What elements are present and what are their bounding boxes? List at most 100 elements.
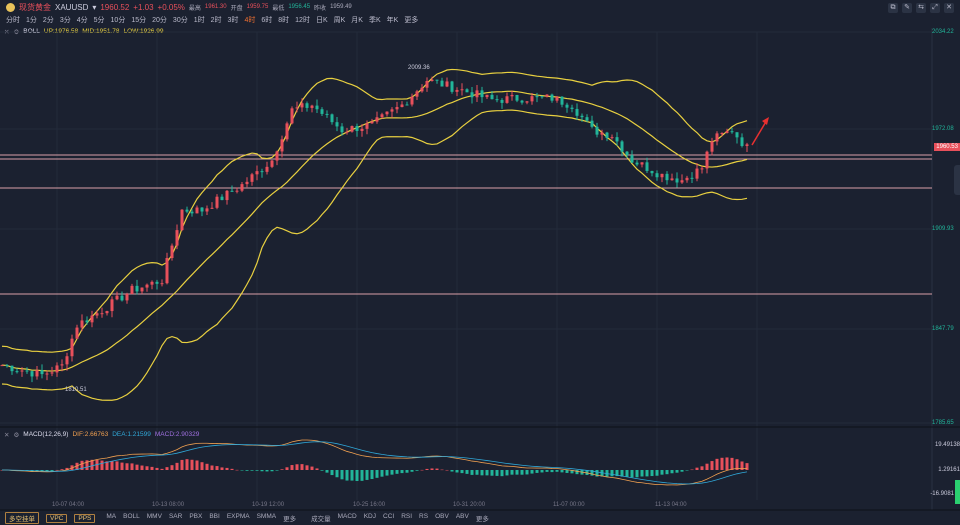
macd-legend: ✕ ⚙ MACD(12,26,9) DIF:2.66763 DEA:1.21599… (4, 431, 199, 439)
time-label: 10-19 12:00 (252, 502, 285, 508)
macd-bar (275, 470, 279, 471)
candle (340, 126, 344, 133)
candle (425, 81, 429, 88)
macd-bar (635, 470, 639, 478)
candle (270, 160, 274, 167)
close-icon[interactable]: ✕ (4, 431, 9, 439)
candle (395, 107, 399, 110)
macd-bar (135, 464, 139, 470)
long-short-orders-button[interactable]: 多空挂单 (5, 512, 39, 524)
low-annotation: 1810.51 (65, 387, 87, 393)
candle (520, 100, 524, 103)
candle (365, 123, 369, 129)
candle (185, 209, 189, 212)
indicator-sub_indicators-5[interactable]: RS (419, 513, 428, 523)
candle (515, 94, 519, 101)
candle (5, 365, 9, 367)
macd-bar (390, 470, 394, 475)
macd-bar (150, 466, 154, 470)
candle (380, 114, 384, 118)
scroll-handle[interactable] (955, 480, 960, 504)
indicator-sub_indicators-8[interactable]: 更多 (476, 513, 489, 523)
candle (330, 114, 334, 123)
indicator-main_indicators-6[interactable]: EXPMA (227, 513, 250, 523)
candle (325, 113, 329, 115)
price-axis-label: 1972.08 (932, 126, 954, 132)
macd-bar (485, 470, 489, 476)
indicator-sub_indicators-7[interactable]: ABV (456, 513, 469, 523)
side-panel-toggle[interactable] (954, 165, 960, 195)
candle (170, 245, 174, 259)
candle (140, 287, 144, 292)
candle (550, 94, 554, 101)
time-label: 10-31 20:00 (453, 502, 486, 508)
macd-bar (395, 470, 399, 474)
candle (60, 364, 64, 366)
candle (650, 170, 654, 174)
indicator-sub_indicators-0[interactable]: 成交量 (311, 513, 331, 523)
annotation-arrow (751, 119, 768, 146)
indicator-main_indicators-4[interactable]: PBX (189, 513, 202, 523)
macd-bar (230, 468, 234, 470)
candle (80, 320, 84, 328)
candle (160, 283, 164, 285)
pps-button[interactable]: PPS (74, 513, 96, 523)
macd-bar (350, 470, 354, 481)
candle (0, 365, 4, 367)
indicator-main_indicators-7[interactable]: SMMA (257, 513, 277, 523)
candle (490, 94, 494, 100)
candle (435, 79, 439, 81)
candle (390, 109, 394, 112)
macd-name: MACD(12,26,9) (23, 431, 69, 438)
candle (210, 207, 214, 209)
candle (300, 103, 304, 108)
macd-bar (550, 470, 554, 473)
candle (530, 96, 534, 102)
candle (190, 211, 194, 214)
candle (110, 299, 114, 312)
gear-icon[interactable]: ⚙ (13, 431, 19, 439)
candle (405, 104, 409, 106)
indicator-sub_indicators-1[interactable]: MACD (338, 513, 357, 523)
macd-bar (175, 462, 179, 470)
indicator-sub_indicators-2[interactable]: KDJ (364, 513, 376, 523)
candle (55, 365, 59, 373)
candle (540, 96, 544, 98)
indicator-sub_indicators-4[interactable]: RSI (401, 513, 412, 523)
indicator-main_indicators-3[interactable]: SAR (169, 513, 182, 523)
candle (445, 81, 449, 87)
candle (740, 137, 744, 146)
macd-bar (410, 470, 414, 472)
candle (65, 356, 69, 365)
candle (85, 320, 89, 323)
macd-bar (225, 467, 229, 470)
candle (640, 162, 644, 165)
time-label: 10-07 04:00 (52, 502, 85, 508)
macd-bar (190, 459, 194, 470)
indicator-main_indicators-0[interactable]: MA (106, 513, 116, 523)
candle (115, 295, 119, 300)
macd-bar (515, 470, 519, 475)
vpc-button[interactable]: VPC (46, 513, 68, 523)
indicator-main_indicators-5[interactable]: BBI (209, 513, 219, 523)
macd-bar (540, 470, 544, 473)
indicator-sub_indicators-3[interactable]: CCI (383, 513, 394, 523)
candle (580, 115, 584, 118)
candle (10, 365, 14, 372)
candle (200, 207, 204, 212)
macd-bar (425, 468, 429, 470)
macd-bar (375, 470, 379, 478)
candle (250, 174, 254, 182)
candle (50, 372, 54, 374)
indicator-sub_indicators-6[interactable]: OBV (435, 513, 449, 523)
indicator-main_indicators-8[interactable]: 更多 (283, 513, 296, 523)
indicator-main_indicators-1[interactable]: BOLL (123, 513, 140, 523)
indicator-main_indicators-2[interactable]: MMV (147, 513, 162, 523)
macd-bar (520, 470, 524, 475)
high-annotation: 2009.36 (408, 65, 430, 71)
candle (195, 207, 199, 214)
price-chart[interactable] (0, 0, 960, 525)
candle (125, 294, 129, 301)
macd-bar (630, 470, 634, 478)
candle (180, 209, 184, 231)
